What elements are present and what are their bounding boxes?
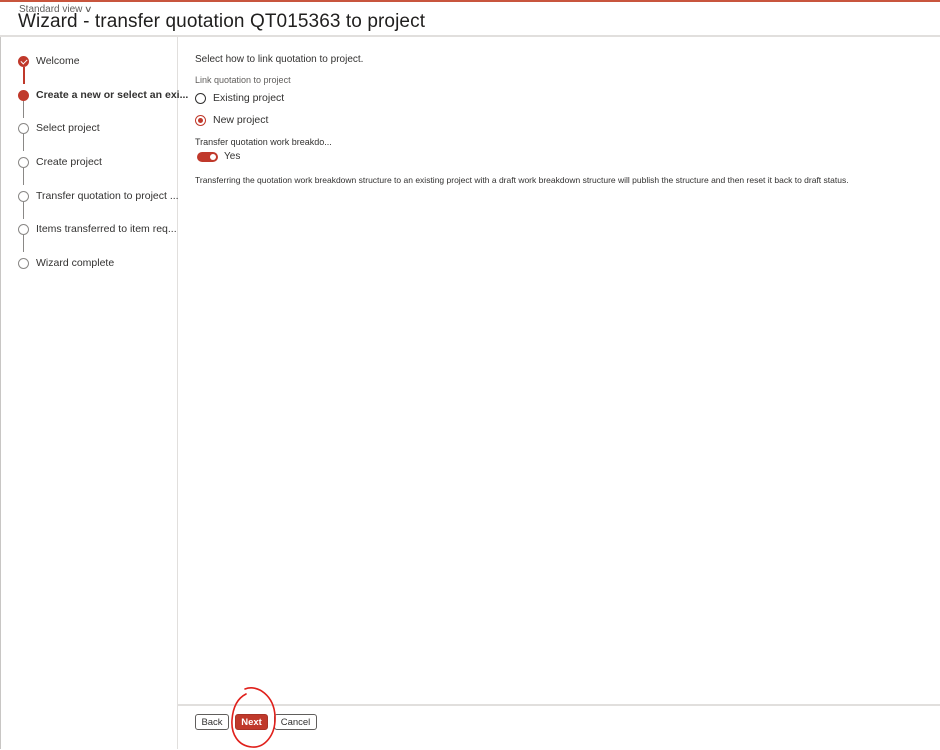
cancel-button[interactable]: Cancel [274,714,317,730]
step-connector [23,202,24,219]
transfer-wbs-toggle[interactable] [197,151,218,162]
instruction-text: Select how to link quotation to project. [195,54,364,65]
wizard-steps-pane: Welcome Create a new or select an exi...… [0,37,188,749]
toggle-value: Yes [224,151,241,162]
transfer-wbs-label: Transfer quotation work breakdo... [195,137,332,147]
radio-checked-icon [195,114,206,126]
step-transfer-quotation[interactable]: Transfer quotation to project ... [18,190,179,202]
radio-label: New project [213,114,269,126]
step-pending-circle-icon [18,190,29,202]
step-connector [23,67,25,84]
radio-existing-project[interactable]: Existing project [195,92,284,104]
step-complete-check-icon [18,55,29,67]
step-label: Wizard complete [36,257,115,269]
step-create-project[interactable]: Create project [18,156,102,168]
step-current-dot-icon [18,89,29,101]
step-label: Welcome [36,55,80,67]
step-wizard-complete[interactable]: Wizard complete [18,257,114,269]
footer-divider [177,704,940,706]
page-header: Standard view ∨ Wizard - transfer quotat… [0,2,940,37]
step-items-transferred[interactable]: Items transferred to item req... [18,223,177,235]
step-pending-circle-icon [18,122,29,134]
step-label: Transfer quotation to project ... [36,190,179,202]
step-pending-circle-icon [18,257,29,269]
step-connector [23,168,24,185]
step-label: Create a new or select an exi... [36,89,189,101]
step-label: Create project [36,156,102,168]
step-pending-circle-icon [18,156,29,168]
back-button[interactable]: Back [195,714,229,730]
step-select-project[interactable]: Select project [18,122,100,134]
step-connector [23,134,24,151]
step-label: Items transferred to item req... [36,223,177,235]
step-connector [23,101,24,118]
step-pending-circle-icon [18,223,29,235]
page-title: Wizard - transfer quotation QT015363 to … [18,11,426,32]
transfer-wbs-toggle-row: Yes [197,151,240,162]
step-create-or-select[interactable]: Create a new or select an exi... [18,89,188,101]
radio-unchecked-icon [195,92,206,104]
step-welcome[interactable]: Welcome [18,55,80,67]
radio-label: Existing project [213,92,285,104]
radio-new-project[interactable]: New project [195,114,268,126]
info-note: Transferring the quotation work breakdow… [195,175,849,185]
link-quotation-label: Link quotation to project [195,75,291,85]
step-label: Select project [36,122,100,134]
next-button[interactable]: Next [235,714,268,730]
step-connector [23,235,24,252]
